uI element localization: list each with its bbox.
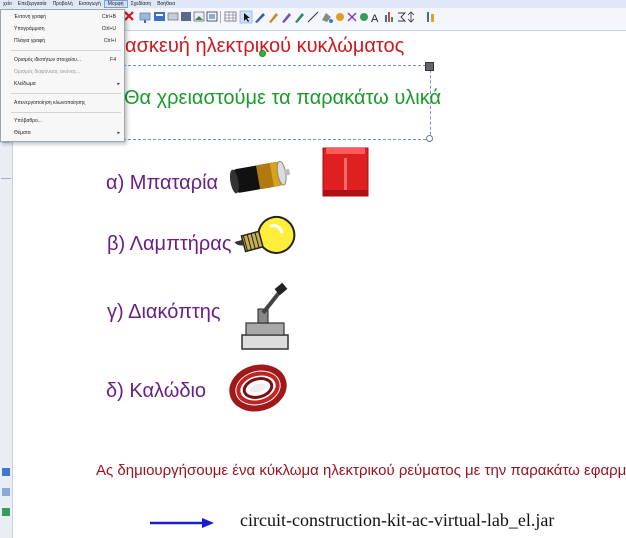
switch-image — [241, 283, 289, 350]
fill-icon[interactable] — [322, 13, 333, 23]
menu-item-background[interactable]: Υπόβαθρο... — [1, 116, 124, 126]
menu-item-underline[interactable]: Υπογράμμιση Ctrl+U — [1, 24, 124, 34]
scissors-icon[interactable] — [347, 12, 357, 22]
pointer-icon[interactable] — [239, 10, 253, 24]
menu-item-lock[interactable]: Κλείδωμα ▸ — [1, 79, 124, 89]
menu-item-italic[interactable]: Πλάγια γραφή Ctrl+I — [1, 36, 124, 46]
applet-link[interactable]: circuit-construction-kit-ac-virtual-lab_… — [240, 510, 554, 531]
menu-item-themes[interactable]: Θέματα ▸ — [1, 128, 124, 138]
menu-draw[interactable]: Σχεδίαση — [128, 0, 155, 8]
menu-item-image-transparency: Ορισμός διαφάνειας εικόνας... — [14, 69, 81, 75]
item-battery-label: α) Μπαταρία — [106, 172, 219, 194]
brush-icon[interactable] — [282, 13, 291, 23]
item-bulb-label: β) Λαμπτήρας — [107, 233, 232, 255]
menu-format[interactable]: Μορφή — [103, 0, 128, 8]
menu-separator — [11, 93, 121, 94]
rotate-handle-icon[interactable] — [259, 50, 266, 57]
marker-icon[interactable] — [295, 13, 304, 23]
wire-coil-image — [229, 364, 287, 412]
arrow-right-icon — [150, 518, 214, 528]
menu-bar: χείο Επεξεργασία Προβολή Εισαγωγή Μορφή … — [0, 0, 178, 8]
slide-dark-icon[interactable] — [181, 12, 191, 21]
format-menu-dropdown: Έντονη γραφή Ctrl+B Υπογράμμιση Ctrl+U Πλά… — [0, 9, 125, 142]
submenu-arrow-icon: ▸ — [117, 130, 120, 136]
highlighter-icon[interactable] — [336, 13, 344, 21]
menu-item-element-properties[interactable]: Ορισμός ιδιοτήτων στοιχείου... F4 — [1, 55, 124, 65]
pencil-icon[interactable] — [269, 13, 278, 23]
frame-icon[interactable] — [206, 11, 218, 22]
item-wire-label: δ) Καλώδιο — [106, 380, 207, 402]
text-icon[interactable]: A — [371, 13, 379, 25]
menu-item-bold[interactable]: Έντονη γραφή Ctrl+B — [1, 12, 124, 22]
slide-gray-icon[interactable] — [167, 12, 179, 21]
menu-view[interactable]: Προβολή — [50, 0, 76, 8]
panel-button-icon — [2, 488, 10, 496]
menu-separator — [11, 50, 121, 51]
table-icon[interactable] — [224, 11, 237, 22]
red-battery-image — [322, 147, 369, 197]
item-switch-label: γ) Διακόπτης — [107, 301, 221, 323]
stamp-icon[interactable] — [360, 13, 368, 21]
svg-text:A: A — [371, 13, 379, 25]
monitor-icon[interactable] — [139, 12, 151, 23]
panel-button-icon — [2, 508, 10, 516]
textbox-menu-handle-icon[interactable] — [425, 62, 434, 71]
resize-handle-icon[interactable] — [426, 135, 433, 142]
menu-help[interactable]: Βοήθεια — [154, 0, 178, 8]
formula-icon[interactable] — [398, 12, 407, 22]
pen-icon[interactable] — [255, 13, 265, 23]
image-icon[interactable] — [193, 11, 205, 22]
menu-insert[interactable]: Εισαγωγή — [76, 0, 104, 8]
line-icon[interactable] — [307, 11, 319, 23]
battery-image — [229, 160, 291, 194]
menu-file[interactable]: χείο — [0, 0, 15, 8]
panel-button-icon — [2, 468, 10, 476]
close-icon[interactable] — [124, 11, 134, 21]
menu-edit[interactable]: Επεξεργασία — [15, 0, 50, 8]
chart-icon[interactable] — [385, 12, 393, 22]
menu-separator — [11, 112, 121, 113]
menu-item-disable-cloning[interactable]: Απενεργοποίηση κλωνοποίησης — [1, 98, 124, 108]
sort-icon[interactable] — [407, 11, 415, 23]
slide-subtitle[interactable]: Θα χρειαστούμε τα παρακάτω υλικά — [124, 87, 441, 110]
instruction-text: Ας δημιουργήσουμε ένα κύκλωμα ηλεκτρικού… — [96, 462, 626, 479]
toolbar-separator — [220, 11, 221, 23]
submenu-arrow-icon: ▸ — [117, 81, 120, 87]
slide-blue-icon[interactable] — [154, 12, 165, 21]
settings-icon[interactable] — [427, 12, 434, 22]
bulb-image — [234, 215, 296, 254]
